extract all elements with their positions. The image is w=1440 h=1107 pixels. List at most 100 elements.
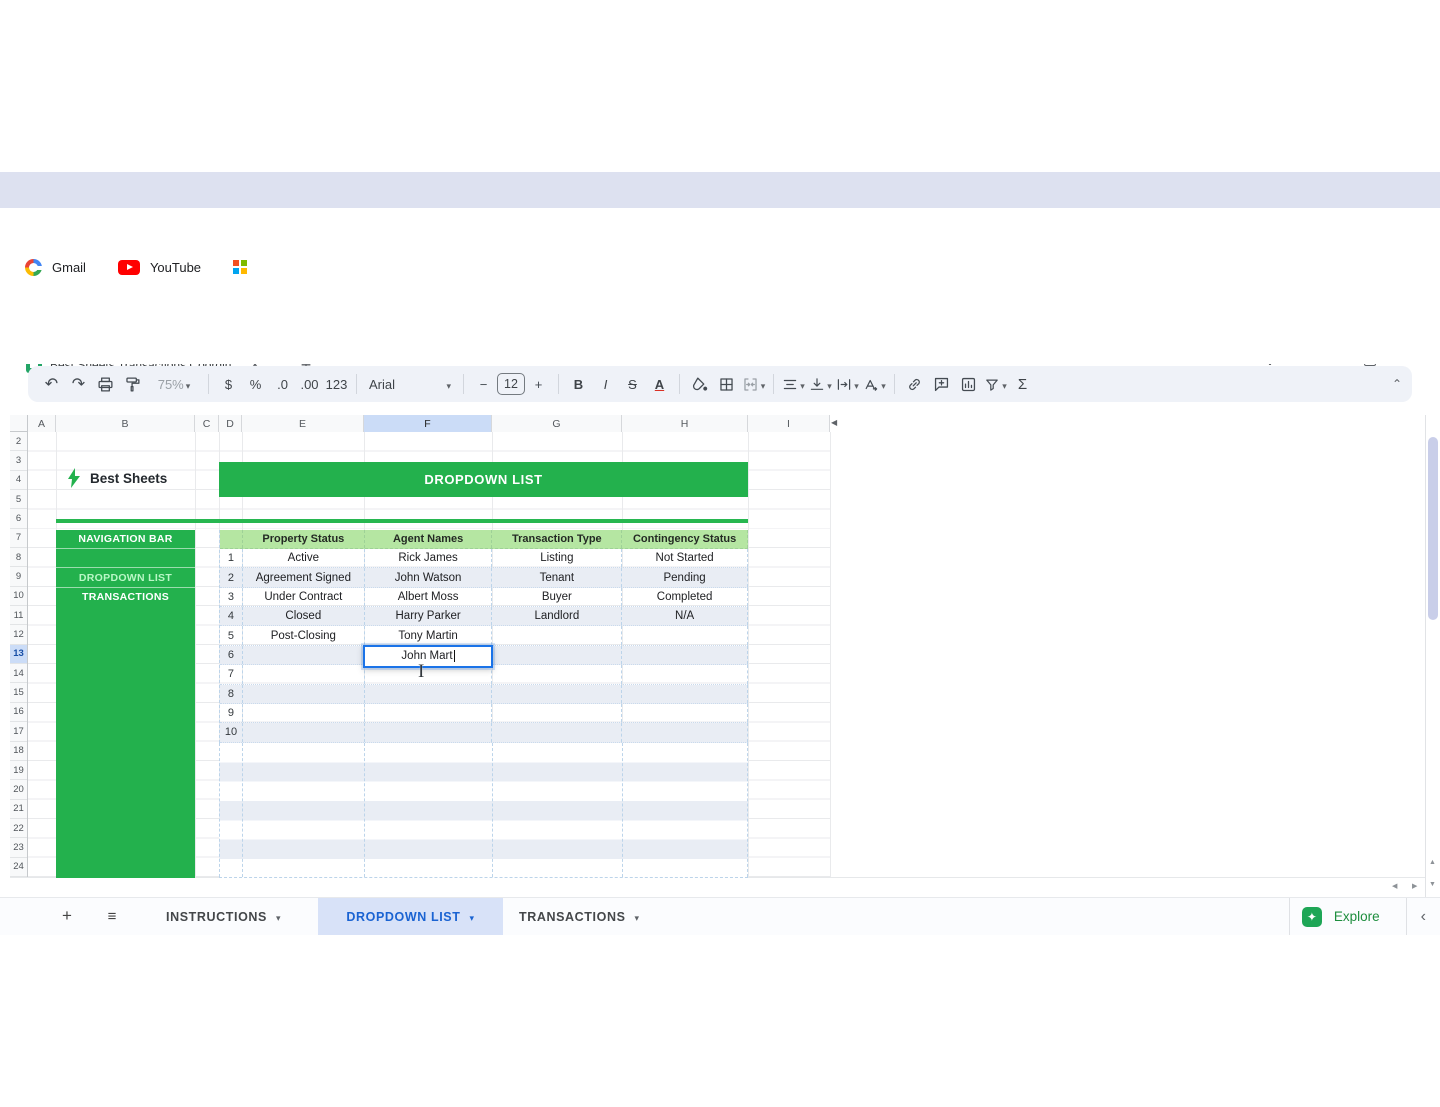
insert-comment-icon[interactable] (928, 371, 955, 397)
italic-button[interactable]: I (592, 371, 619, 397)
cell-contingency-status[interactable]: Pending (622, 568, 748, 586)
cell-property-status[interactable] (243, 704, 365, 722)
header-end-arrow-icon[interactable]: ◀ (831, 418, 837, 427)
redo-icon[interactable]: ↷ (65, 371, 92, 397)
row-header[interactable]: 15 (10, 683, 27, 702)
cell-property-status[interactable]: Under Contract (243, 588, 365, 606)
column-header[interactable]: F (364, 415, 492, 432)
decrease-font-size-button[interactable]: − (470, 371, 497, 397)
row-header[interactable]: 21 (10, 800, 27, 819)
microsoft-bookmark-icon[interactable] (233, 260, 247, 274)
merge-cells-button[interactable] (740, 371, 767, 397)
row-header[interactable]: 8 (10, 548, 27, 567)
fill-color-icon[interactable] (686, 371, 713, 397)
cell-index[interactable]: 3 (220, 588, 243, 606)
cell-agent-name[interactable] (365, 704, 493, 722)
select-all-corner[interactable] (10, 415, 28, 432)
borders-icon[interactable] (713, 371, 740, 397)
cell-agent-name[interactable]: Albert Moss (365, 588, 493, 606)
cell-agent-name[interactable] (365, 685, 493, 703)
format-percent-button[interactable]: % (242, 371, 269, 397)
bold-button[interactable]: B (565, 371, 592, 397)
bookmark-gmail[interactable]: Gmail (52, 260, 86, 275)
decrease-decimal-button[interactable]: .0 (269, 371, 296, 397)
text-rotation-button[interactable] (861, 371, 888, 397)
column-header[interactable]: I (748, 415, 830, 432)
row-header[interactable]: 12 (10, 625, 27, 644)
more-formats-button[interactable]: 123 (323, 371, 350, 397)
cell-property-status[interactable]: Post-Closing (243, 626, 365, 644)
scroll-up-icon[interactable]: ▲ (1429, 859, 1436, 866)
cell-index[interactable]: 6 (220, 646, 243, 664)
sidebar-link-dropdown-list[interactable]: DROPDOWN LIST (56, 568, 195, 587)
cell-contingency-status[interactable] (622, 704, 748, 722)
column-header[interactable]: H (622, 415, 748, 432)
all-sheets-icon[interactable]: ≡ (100, 904, 124, 928)
row-header[interactable]: 5 (10, 490, 27, 509)
row-header[interactable]: 19 (10, 761, 27, 780)
cell-agent-name[interactable] (365, 665, 493, 683)
column-header[interactable]: E (242, 415, 364, 432)
cell-transaction-type[interactable]: Buyer (492, 588, 622, 606)
cell-index[interactable]: 8 (220, 685, 243, 703)
cell-transaction-type[interactable] (492, 665, 622, 683)
cell-transaction-type[interactable] (492, 626, 622, 644)
cell-contingency-status[interactable]: Completed (622, 588, 748, 606)
cell-property-status[interactable]: Closed (243, 607, 365, 625)
tab-instructions[interactable]: INSTRUCTIONS (150, 898, 297, 935)
row-header[interactable]: 10 (10, 587, 27, 606)
cell-transaction-type[interactable] (492, 704, 622, 722)
cell-agent-name[interactable]: Tony Martin (365, 626, 493, 644)
cell-contingency-status[interactable] (622, 665, 748, 683)
row-header[interactable]: 6 (10, 509, 27, 528)
cell-index[interactable]: 9 (220, 704, 243, 722)
row-header[interactable]: 7 (10, 529, 27, 548)
insert-link-icon[interactable] (901, 371, 928, 397)
tab-transactions[interactable]: TRANSACTIONS (503, 898, 656, 935)
cell-index[interactable]: 1 (220, 549, 243, 567)
row-header[interactable]: 13 (10, 645, 27, 664)
row-header[interactable]: 17 (10, 722, 27, 741)
cell-transaction-type[interactable]: Landlord (492, 607, 622, 625)
row-header[interactable]: 3 (10, 451, 27, 470)
paint-format-icon[interactable] (119, 371, 146, 397)
row-header[interactable]: 22 (10, 819, 27, 838)
cell-property-status[interactable] (243, 723, 365, 741)
cell-contingency-status[interactable] (622, 646, 748, 664)
cell-transaction-type[interactable]: Listing (492, 549, 622, 567)
row-header[interactable]: 16 (10, 703, 27, 722)
collapse-panel-chevron-icon[interactable]: ‹ (1421, 908, 1426, 926)
cell-index[interactable]: 7 (220, 665, 243, 683)
editing-cell-f13[interactable]: John Mart (363, 645, 493, 668)
cell-agent-name[interactable]: John Watson (365, 568, 493, 586)
font-select[interactable]: Arial (363, 371, 457, 397)
row-header[interactable]: 18 (10, 742, 27, 761)
increase-font-size-button[interactable]: + (525, 371, 552, 397)
text-wrap-button[interactable] (834, 371, 861, 397)
vertical-align-button[interactable] (807, 371, 834, 397)
add-sheet-icon[interactable]: + (55, 904, 79, 928)
cell-property-status[interactable]: Active (243, 549, 365, 567)
collapse-toolbar-icon[interactable]: ⌃ (1392, 377, 1402, 391)
strikethrough-button[interactable]: S (619, 371, 646, 397)
cell-index[interactable]: 4 (220, 607, 243, 625)
cell-property-status[interactable] (243, 646, 365, 664)
cell-contingency-status[interactable] (622, 626, 748, 644)
vertical-scrollbar-thumb[interactable] (1428, 437, 1438, 620)
text-color-button[interactable]: A (646, 371, 673, 397)
row-header[interactable]: 9 (10, 567, 27, 586)
row-header[interactable]: 4 (10, 471, 27, 490)
row-header[interactable]: 24 (10, 858, 27, 877)
tab-dropdown-list[interactable]: DROPDOWN LIST (318, 898, 503, 935)
scroll-left-icon[interactable]: ◀ (1392, 882, 1397, 890)
sidebar-link-transactions[interactable]: TRANSACTIONS (56, 588, 195, 607)
cell-contingency-status[interactable]: N/A (622, 607, 748, 625)
font-size-field[interactable]: 12 (497, 371, 525, 397)
cell-transaction-type[interactable] (492, 685, 622, 703)
cell-transaction-type[interactable] (492, 723, 622, 741)
cell-agent-name[interactable]: Rick James (365, 549, 493, 567)
cell-index[interactable]: 5 (220, 626, 243, 644)
row-header[interactable]: 20 (10, 780, 27, 799)
cell-contingency-status[interactable] (622, 685, 748, 703)
functions-button[interactable]: Σ (1009, 371, 1036, 397)
